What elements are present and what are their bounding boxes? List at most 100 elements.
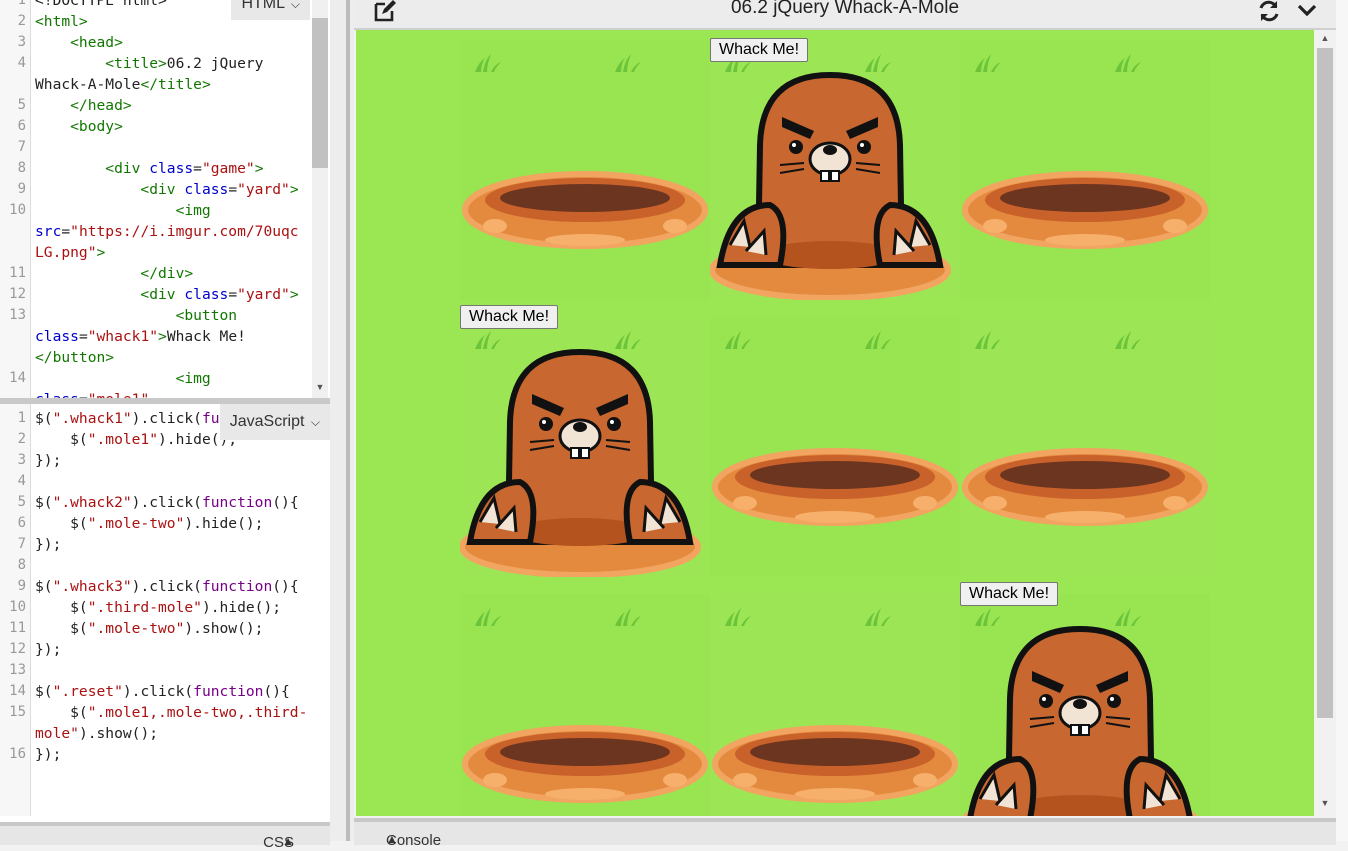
code-line[interactable]: }); [35,744,61,765]
code-token: </head> [35,97,132,114]
code-line[interactable]: $(".mole-two").show(); [35,618,263,639]
code-line[interactable]: <head> [35,32,123,53]
code-token: ".whack2" [52,494,132,511]
code-line[interactable]: $(".mole1,.mole-two,.third- [35,702,307,723]
code-token: function [201,578,273,595]
code-line[interactable]: <html> [35,11,88,32]
code-token: $( [35,599,88,616]
code-line[interactable]: Whack-A-Mole</title> [35,74,211,95]
js-editor[interactable]: 1$(".whack1").click(function(){2 $(".mol… [0,404,330,816]
mole-hole [962,448,1208,526]
line-number: 5 [17,494,26,510]
preview-header: 06.2 jQuery Whack-A-Mole [354,0,1336,30]
code-token: function [193,683,264,700]
code-token: $( [35,683,53,700]
code-line[interactable]: <div class="yard"> [35,179,299,200]
code-line[interactable]: class="mole1" [35,389,149,398]
whack-me-button[interactable]: Whack Me! [960,582,1059,606]
mole-graphic[interactable] [459,317,710,578]
hole-graphic [712,331,958,526]
chevron-down-icon[interactable] [1294,0,1320,24]
code-line[interactable]: $(".whack3").click(function(){ [35,576,299,597]
code-line[interactable]: $(".mole-two").hide(); [35,513,263,534]
mole-hole [712,448,958,526]
code-line[interactable]: </head> [35,95,132,116]
code-line[interactable]: LG.png"> [35,242,105,263]
code-token: }); [35,641,62,658]
code-token: <!DOCTYPE html> [35,0,167,9]
code-line[interactable]: src="https://i.imgur.com/70uqc [35,221,299,242]
code-line[interactable]: class="whack1">Whack Me! [35,326,246,347]
code-token: </button> [35,349,115,366]
refresh-icon[interactable] [1256,0,1282,24]
mole-hole [712,725,958,803]
js-lang-tab[interactable]: JavaScript ⌵ [219,404,330,440]
code-line[interactable]: </button> [35,347,114,368]
mole[interactable] [962,625,1198,816]
code-line[interactable]: <div class="game"> [35,158,263,179]
game-board: Whack Me! Whack Me! Whack Me! [459,38,1210,816]
code-token: ).show(); [184,620,264,637]
code-token: }); [35,452,62,469]
code-token: </title> [140,76,211,93]
mole-graphic[interactable] [709,40,960,301]
code-line[interactable]: <img [35,368,211,389]
code-token: "yard" [237,286,290,303]
html-editor[interactable]: 1 <!DOCTYPE html> 2 <html> 3 <head> 4 <title>… [0,0,330,398]
code-line[interactable]: <div class="yard"> [35,284,298,305]
code-line[interactable]: <!DOCTYPE html> [35,0,167,11]
html-scrollbar[interactable]: ▼ [312,0,328,398]
mole[interactable] [459,348,701,578]
code-token: <div [35,181,185,198]
html-scroll-thumb[interactable] [312,18,328,168]
code-token: ).hide(); [184,515,264,532]
code-line[interactable]: </div> [35,263,193,284]
scroll-down-icon[interactable]: ▼ [1314,798,1336,808]
panel-splitter[interactable] [330,0,354,841]
code-token: ".mole1" [87,431,159,448]
preview-scrollbar[interactable]: ▲ ▼ [1314,30,1336,816]
whack-me-button[interactable]: Whack Me! [460,305,559,329]
code-token: }); [35,536,62,553]
whack-me-button[interactable]: Whack Me! [710,38,809,62]
code-token: "mole1" [88,391,150,398]
code-line[interactable]: <title>06.2 jQuery [35,53,263,74]
code-line[interactable]: $(".whack2").click(function(){ [35,492,299,513]
code-line[interactable]: <img [35,200,211,221]
code-token: (){ [272,578,299,595]
line-number: 10 [9,599,26,615]
css-panel-bar[interactable]: CSS ▲ [0,822,330,851]
code-line[interactable]: mole").show(); [35,723,158,744]
grass-decoration [975,331,1141,349]
scroll-up-icon[interactable]: ▲ [1314,33,1336,43]
mole-hole [462,171,708,249]
line-number: 9 [17,181,26,197]
preview-scroll-thumb[interactable] [1317,48,1333,718]
code-token: <title> [35,55,167,72]
code-token: > [289,181,299,198]
code-line[interactable]: }); [35,450,61,471]
mole[interactable] [709,71,951,301]
mole-hole [962,171,1208,249]
html-lang-tab[interactable]: HTML ⌵ [231,0,310,20]
code-line[interactable]: $(".reset").click(function(){ [35,681,290,702]
grass-decoration [475,54,641,72]
grass-decoration [475,608,641,626]
line-number: 3 [17,34,26,50]
code-token: <button [35,307,238,324]
code-token: > [254,160,264,177]
html-lang-label: HTML [241,0,285,12]
code-line[interactable]: }); [35,639,61,660]
code-line[interactable]: <body> [35,116,123,137]
mole-graphic[interactable] [960,594,1210,816]
line-number: 1 [17,0,26,8]
code-line[interactable]: $(".mole1").hide(); [35,429,237,450]
code-line[interactable]: }); [35,534,61,555]
scroll-down-icon[interactable]: ▼ [309,382,330,392]
code-line[interactable]: $(".third-mole").hide(); [35,597,281,618]
line-number: 4 [17,55,26,71]
code-line[interactable]: <button [35,305,238,326]
code-token: ).show(); [78,725,159,742]
line-number: 13 [9,662,26,678]
code-token: = [61,223,71,240]
